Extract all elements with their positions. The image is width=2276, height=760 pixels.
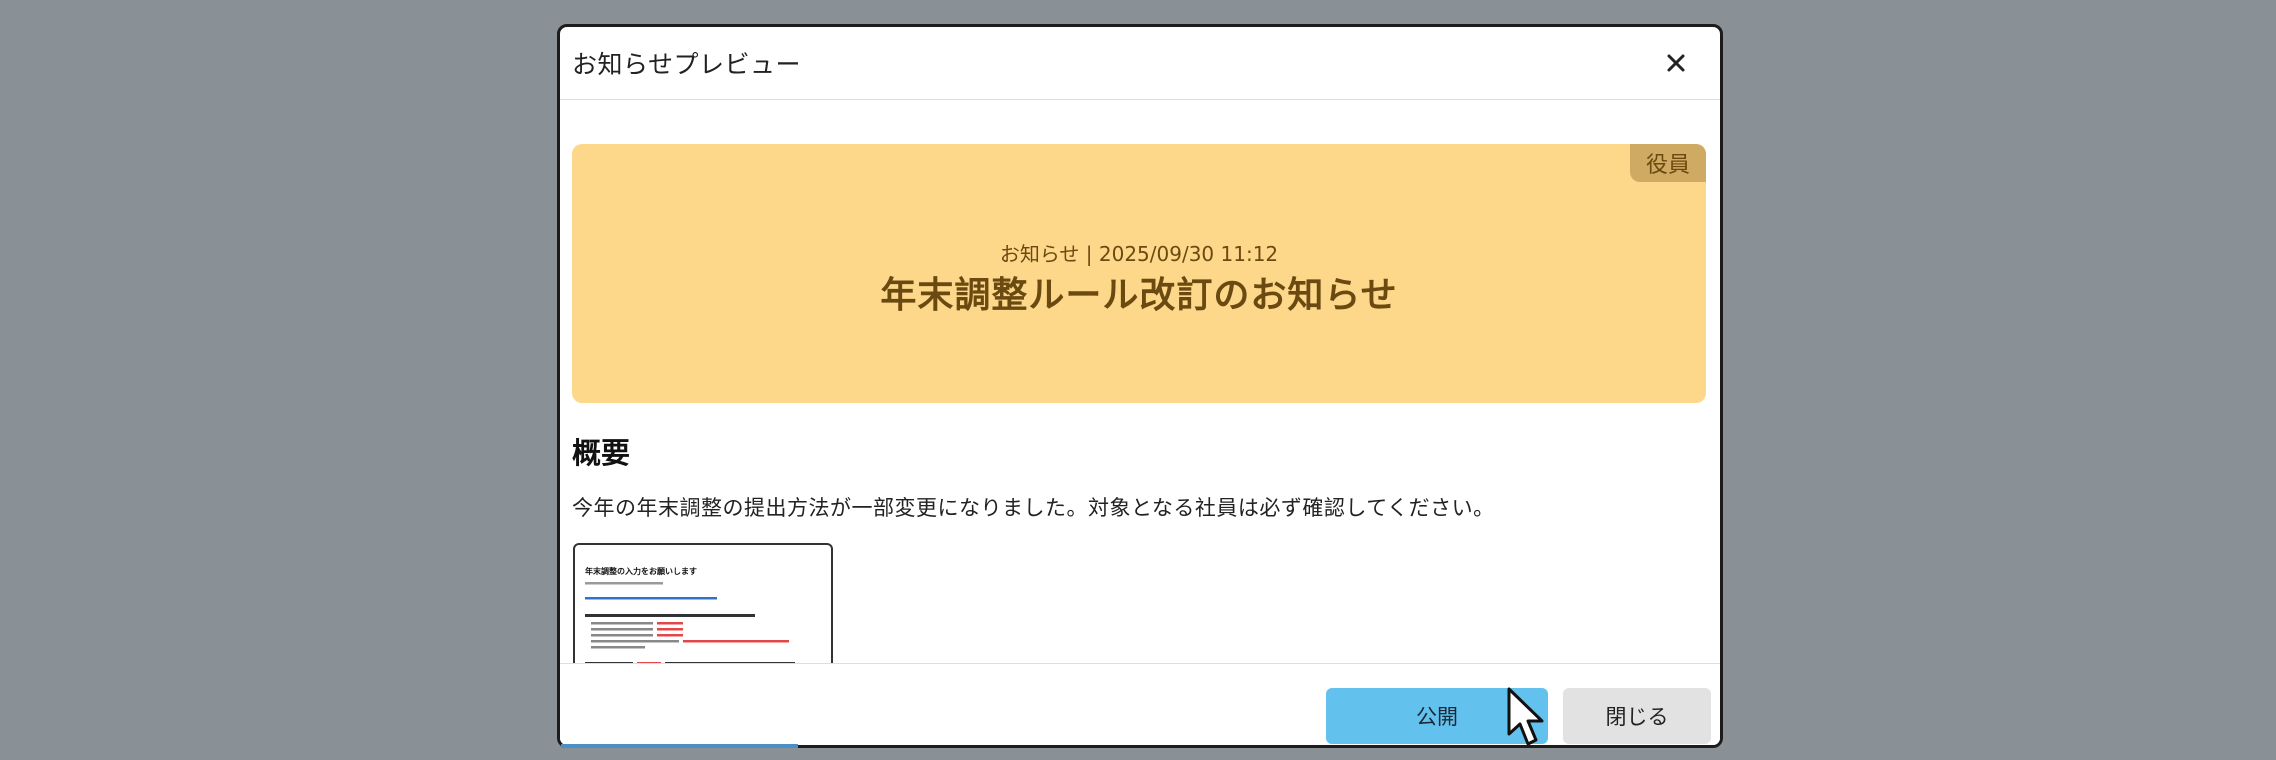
announcement-preview-modal: お知らせプレビュー 役員 お知らせ | 2025/09/30 11:12 年末調… <box>557 24 1723 748</box>
publish-button[interactable]: 公開 <box>1326 688 1548 744</box>
announcement-meta: お知らせ | 2025/09/30 11:12 <box>999 242 1279 266</box>
modal-header: お知らせプレビュー <box>560 27 1720 100</box>
summary-text: 今年の年末調整の提出方法が一部変更になりました。対象となる社員は必ず確認してくだ… <box>572 496 1495 520</box>
attachment-thumbnail[interactable]: 年末調整の入力をお願いします <box>573 543 833 663</box>
announcement-banner: 役員 お知らせ | 2025/09/30 11:12 年末調整ルール改訂のお知ら… <box>572 144 1706 403</box>
close-button[interactable] <box>1662 49 1690 77</box>
close-dialog-button[interactable]: 閉じる <box>1563 688 1711 744</box>
section-heading: 概要 <box>572 436 631 470</box>
modal-body[interactable]: 役員 お知らせ | 2025/09/30 11:12 年末調整ルール改訂のお知ら… <box>560 100 1720 663</box>
background-accent-strip <box>561 744 798 748</box>
modal-title: お知らせプレビュー <box>572 50 802 79</box>
attachment-document-preview: 年末調整の入力をお願いします <box>585 566 795 663</box>
close-icon <box>1667 54 1685 72</box>
modal-footer: 公開 閉じる <box>560 663 1720 745</box>
announcement-title: 年末調整ルール改訂のお知らせ <box>880 275 1398 316</box>
role-badge: 役員 <box>1630 144 1706 182</box>
attachment-title: 年末調整の入力をお願いします <box>585 566 697 576</box>
